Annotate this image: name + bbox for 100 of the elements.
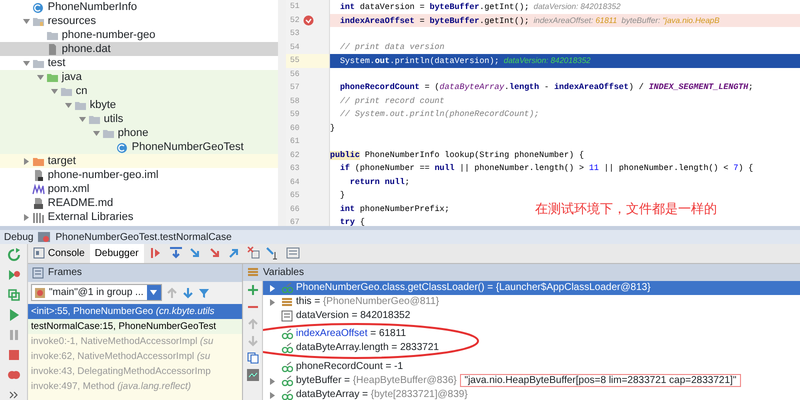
expanded-arrow-icon[interactable] <box>50 88 58 94</box>
tree-item[interactable]: PhoneNumberGeoTest <box>0 140 278 154</box>
tree-item[interactable]: resources <box>0 14 278 28</box>
collapsed-arrow-icon[interactable] <box>270 298 274 306</box>
watch-icon <box>281 282 293 294</box>
tab[interactable]: Console <box>28 244 90 263</box>
step-over-icon[interactable] <box>168 246 183 260</box>
line-number: 58 <box>290 96 300 108</box>
tree-item[interactable]: External Libraries <box>0 210 278 224</box>
expanded-arrow-icon[interactable] <box>22 18 30 24</box>
line-number: 60 <box>290 122 300 134</box>
class-icon <box>116 140 129 154</box>
variable-row[interactable]: phoneRecordCount = -1 <box>263 360 800 374</box>
panel-title: Frames <box>48 266 82 280</box>
expanded-arrow-icon[interactable] <box>78 116 86 122</box>
tree-item[interactable]: PhoneNumberInfo <box>0 0 278 14</box>
code-line: int phoneNumberPrefix; <box>338 204 450 214</box>
run-config-icon <box>37 231 52 243</box>
breakpoints-icon[interactable] <box>6 368 20 382</box>
code-line: try { <box>338 218 365 226</box>
tree-item[interactable]: phone.dat <box>0 42 278 56</box>
code-line: // System.out.println(phoneRecordCount); <box>338 110 540 119</box>
tree-item[interactable]: utils <box>0 112 278 126</box>
variable-row[interactable]: byteBuffer = {HeapByteBuffer@836} "java.nio.HeapByteBuffer[pos=8 lim=2833721 cap=2833721]" <box>263 374 800 388</box>
tree-item[interactable]: phone-number-geo <box>0 28 278 42</box>
file-icon <box>32 196 45 210</box>
down-arrow-icon[interactable] <box>182 286 194 299</box>
thread-dropdown[interactable]: "main"@1 in group ... <box>31 284 162 302</box>
rerun-icon[interactable] <box>6 248 20 262</box>
watch-icon <box>281 375 293 388</box>
code-line: // print record count <box>338 96 445 106</box>
collapsed-arrow-icon[interactable] <box>270 284 274 292</box>
code-line: } <box>338 191 345 200</box>
tree-item[interactable]: README.md <box>0 196 278 210</box>
line-number: 53 <box>290 28 300 40</box>
tree-item[interactable]: phone <box>0 126 278 140</box>
thread-icon <box>34 286 46 299</box>
collapsed-arrow-icon[interactable] <box>24 214 28 220</box>
line-number: 62 <box>290 150 300 162</box>
panel-title: Variables <box>263 266 304 280</box>
evaluate-icon[interactable] <box>286 246 300 260</box>
collapsed-arrow-icon[interactable] <box>270 378 274 385</box>
line-number: 59 <box>290 109 300 121</box>
line-number: 66 <box>290 204 300 216</box>
tree-item[interactable]: kbyte <box>0 98 278 112</box>
stack-frame[interactable]: testNormalCase:15, PhoneNumberGeoTest <box>28 318 242 334</box>
primitive-icon <box>281 310 293 322</box>
drop-frame-icon[interactable] <box>246 246 261 260</box>
tree-item[interactable]: test <box>0 56 278 70</box>
line-number: 64 <box>290 176 300 188</box>
variable-row[interactable]: indexAreaOffset = 61811 <box>263 327 800 342</box>
watch-icon <box>281 389 293 400</box>
add-watch-icon[interactable] <box>246 284 258 296</box>
run-config-name: PhoneNumberGeoTest.testNormalCase <box>55 230 232 244</box>
tree-item[interactable]: cn <box>0 84 278 98</box>
caret-icon <box>150 290 158 296</box>
tree-item[interactable]: phone-number-geo.iml <box>0 168 278 182</box>
copy-icon[interactable] <box>246 352 258 364</box>
library-icon <box>32 210 45 224</box>
current-code-line: System.out.println(dataVersion); dataVersion: 842018352 <box>338 57 591 66</box>
filter-icon[interactable] <box>198 286 210 299</box>
restore-icon[interactable] <box>6 288 20 302</box>
class-icon <box>32 0 45 14</box>
frames-icon <box>32 266 44 279</box>
line-number: 67 <box>290 217 300 229</box>
line-number: 54 <box>290 42 300 54</box>
watches-icon[interactable] <box>246 369 258 382</box>
tree-item[interactable]: java <box>0 70 278 84</box>
line-number: 63 <box>290 163 300 175</box>
collapsed-arrow-icon[interactable] <box>270 392 274 399</box>
tree-item[interactable]: target <box>0 154 278 168</box>
line-number: 52 <box>290 14 300 26</box>
tree-item[interactable]: pom.xml <box>0 182 278 196</box>
console-icon <box>33 247 45 260</box>
code-line: if (phoneNumber == null || phoneNumber.length() > 11 || phoneNumber.length() < 7) { <box>338 164 754 173</box>
expanded-arrow-icon[interactable] <box>22 60 30 66</box>
watch-icon <box>281 361 293 374</box>
expanded-arrow-icon[interactable] <box>36 74 44 80</box>
code-line: public PhoneNumberInfo lookup(String phoneNumber) { <box>330 150 584 160</box>
file-icon <box>46 42 59 56</box>
expanded-arrow-icon[interactable] <box>92 130 100 136</box>
watch-icon <box>281 328 293 340</box>
line-number: 55 <box>290 55 300 67</box>
variable-row[interactable]: dataByteArray.length = 2833721 <box>263 341 800 356</box>
up-arrow-icon[interactable] <box>166 286 178 299</box>
variable-row[interactable]: this = {PhoneNumberGeo@811} <box>263 295 800 310</box>
line-number: 61 <box>290 136 300 148</box>
stack-frame[interactable]: <init>:55, PhoneNumberGeo (cn.kbyte.utils <box>28 304 242 319</box>
tab[interactable]: Debugger <box>90 244 144 263</box>
code-line: phoneRecordCount = (dataByteArray.length - indexAreaOffset) / INDEX_SEGMENT_LENGTH; <box>338 83 754 92</box>
collapsed-arrow-icon[interactable] <box>24 158 28 164</box>
code-line: int dataVersion = byteBuffer.getInt(); dataVersion: 842018352 <box>338 3 621 12</box>
expanded-arrow-icon[interactable] <box>64 102 72 108</box>
variable-row[interactable]: dataByteArray = {byte[2833721]@839} <box>263 388 800 400</box>
line-number: 65 <box>290 190 300 202</box>
variable-row[interactable]: PhoneNumberGeo.class.getClassLoader() = {Launcher$AppClassLoader@813} <box>263 281 800 296</box>
rerun-failed-icon[interactable] <box>6 268 20 282</box>
line-number: 56 <box>290 68 300 80</box>
variable-row[interactable]: dataVersion = 842018352 <box>263 309 800 324</box>
stop-icon[interactable] <box>6 348 20 362</box>
